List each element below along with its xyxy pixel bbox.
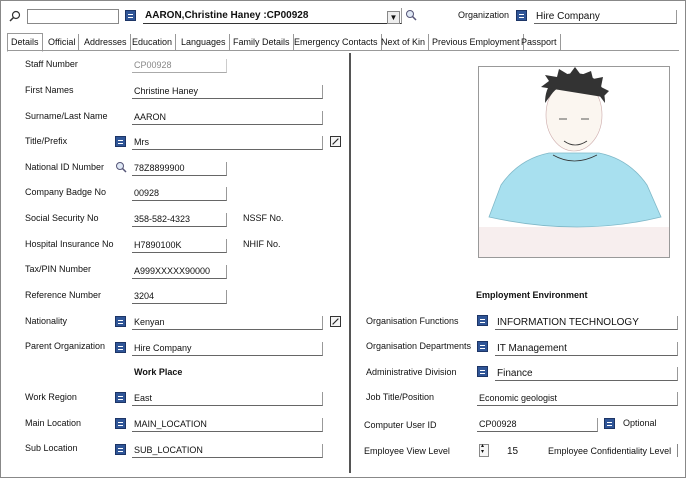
tab-addresses[interactable]: Addresses	[81, 34, 131, 50]
company-badge-label: Company Badge No	[25, 187, 107, 197]
sub-location-label: Sub Location	[25, 443, 78, 453]
organization-lookup-button[interactable]	[516, 10, 527, 21]
social-security-field[interactable]: 358-582-4323	[132, 213, 227, 227]
tab-languages[interactable]: Languages	[178, 34, 230, 50]
org-departments-lookup-button[interactable]	[477, 341, 488, 352]
employee-lookup-button[interactable]	[125, 10, 136, 21]
edit-nationality-icon[interactable]	[330, 316, 341, 327]
view-level-spinner[interactable]	[479, 442, 489, 457]
work-region-field[interactable]: East	[132, 392, 323, 406]
nationality-label: Nationality	[25, 316, 68, 326]
tab-education[interactable]: Education	[129, 34, 177, 50]
computer-user-field[interactable]: CP00928	[477, 418, 598, 432]
tab-emergency-contacts[interactable]: Emergency Contacts	[291, 34, 382, 50]
reference-number-label: Reference Number	[25, 290, 102, 300]
hospital-insurance-field[interactable]: H7890100K	[132, 239, 227, 253]
org-departments-label: Organisation Departments	[366, 341, 472, 351]
national-id-search-icon[interactable]	[115, 161, 127, 173]
main-location-lookup-button[interactable]	[115, 418, 126, 429]
surname-label: Surname/Last Name	[25, 111, 108, 121]
org-functions-lookup-button[interactable]	[477, 315, 488, 326]
reference-number-field[interactable]: 3204	[132, 290, 227, 304]
first-names-field[interactable]: Christine Haney	[132, 85, 323, 99]
parent-organization-label: Parent Organization	[25, 341, 106, 351]
chevron-down-icon[interactable]: ▼	[387, 11, 400, 24]
admin-division-field[interactable]: Finance	[495, 367, 678, 381]
parent-organization-lookup-button[interactable]	[115, 342, 126, 353]
admin-division-lookup-button[interactable]	[477, 366, 488, 377]
confidentiality-level-spinner[interactable]	[677, 444, 684, 457]
sub-location-field[interactable]: SUB_LOCATION	[132, 444, 323, 458]
view-level-value[interactable]: 15	[507, 446, 518, 457]
employee-select-value: AARON,Christine Haney :CP00928	[145, 10, 309, 21]
organization-field[interactable]: Hire Company	[534, 10, 677, 24]
main-location-label: Main Location	[25, 418, 82, 428]
org-departments-field[interactable]: IT Management	[495, 342, 678, 356]
job-title-field[interactable]: Economic geologist	[477, 392, 678, 406]
title-label: Title/Prefix	[25, 136, 68, 146]
hospital-insurance-label: Hospital Insurance No	[25, 239, 114, 249]
search-icon[interactable]	[9, 10, 21, 22]
social-security-label: Social Security No	[25, 213, 99, 223]
tax-pin-field[interactable]: A999XXXXX90000	[132, 265, 227, 279]
national-id-field[interactable]: 78Z8899900	[132, 162, 227, 176]
org-functions-label: Organisation Functions	[366, 316, 459, 326]
employee-photo-image	[479, 67, 669, 257]
view-level-label: Employee View Level	[364, 446, 450, 456]
organization-label: Organization	[458, 10, 510, 20]
magnifier-icon[interactable]	[405, 9, 417, 21]
tab-next-of-kin[interactable]: Next of Kin	[378, 34, 430, 50]
title-field[interactable]: Mrs	[132, 136, 323, 150]
nationality-lookup-button[interactable]	[115, 316, 126, 327]
tab-passport[interactable]: Passport	[518, 34, 561, 50]
search-input[interactable]	[27, 9, 119, 24]
parent-organization-field[interactable]: Hire Company	[132, 342, 323, 356]
nationality-field[interactable]: Kenyan	[132, 316, 323, 330]
surname-field[interactable]: AARON	[132, 111, 323, 125]
first-names-label: First Names	[25, 85, 74, 95]
sub-location-lookup-button[interactable]	[115, 444, 126, 455]
main-location-field[interactable]: MAIN_LOCATION	[132, 418, 323, 432]
staff-number-field: CP00928	[132, 59, 227, 73]
confidentiality-level-label: Employee Confidentiality Level	[548, 446, 672, 456]
org-functions-field[interactable]: INFORMATION TECHNOLOGY	[495, 316, 678, 330]
company-badge-field[interactable]: 00928	[132, 187, 227, 201]
work-place-heading: Work Place	[134, 367, 183, 377]
nssf-label: NSSF No.	[243, 213, 284, 223]
tab-family-details[interactable]: Family Details	[230, 34, 294, 50]
employee-select[interactable]: AARON,Christine Haney :CP00928	[143, 8, 402, 24]
computer-user-lookup-button[interactable]	[604, 418, 615, 429]
work-region-lookup-button[interactable]	[115, 392, 126, 403]
edit-title-icon[interactable]	[330, 136, 341, 147]
employee-details-window: AARON,Christine Haney :CP00928 ▼ Organiz…	[0, 0, 686, 478]
tab-previous-employment[interactable]: Previous Employment	[429, 34, 524, 50]
work-region-label: Work Region	[25, 392, 77, 402]
admin-division-label: Administrative Division	[366, 367, 457, 377]
tab-baseline	[7, 50, 679, 51]
tax-pin-label: Tax/PIN Number	[25, 264, 92, 274]
column-divider	[349, 53, 351, 473]
employment-environment-heading: Employment Environment	[476, 290, 588, 300]
employee-photo	[478, 66, 670, 258]
tab-official[interactable]: Official	[45, 34, 80, 50]
staff-number-label: Staff Number	[25, 59, 78, 69]
national-id-label: National ID Number	[25, 162, 105, 172]
computer-user-label: Computer User ID	[364, 420, 437, 430]
optional-label: Optional	[623, 418, 657, 428]
title-lookup-button[interactable]	[115, 136, 126, 147]
nhif-label: NHIF No.	[243, 239, 281, 249]
job-title-label: Job Title/Position	[366, 392, 435, 402]
